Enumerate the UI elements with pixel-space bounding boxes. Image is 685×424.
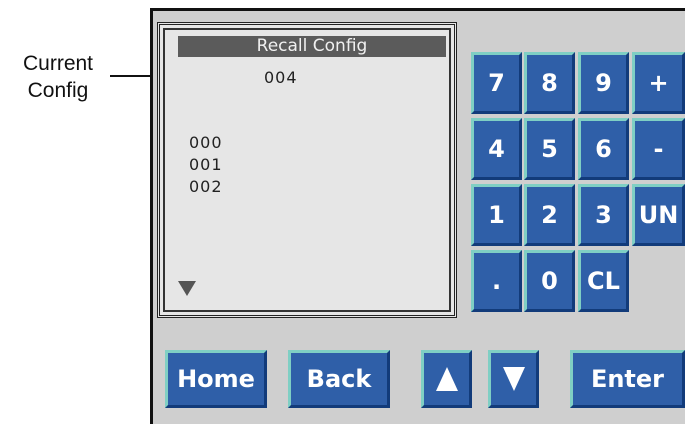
enter-button[interactable]: Enter <box>570 350 685 408</box>
scroll-down-button[interactable] <box>488 350 539 408</box>
key-decimal[interactable]: . <box>471 250 522 312</box>
list-item[interactable]: 000 <box>189 132 223 154</box>
key-minus[interactable]: - <box>632 118 685 180</box>
triangle-up-icon <box>435 367 458 391</box>
key-8[interactable]: 8 <box>524 52 575 114</box>
triangle-down-icon <box>502 367 525 391</box>
key-1[interactable]: 1 <box>471 184 522 246</box>
key-un[interactable]: UN <box>632 184 685 246</box>
current-config-callout: Current Config <box>8 50 108 104</box>
key-6[interactable]: 6 <box>578 118 629 180</box>
back-button[interactable]: Back <box>288 350 390 408</box>
key-plus[interactable]: + <box>632 52 685 114</box>
key-9[interactable]: 9 <box>578 52 629 114</box>
callout-line2: Config <box>27 79 89 102</box>
list-item[interactable]: 002 <box>189 176 223 198</box>
config-list: 000 001 002 <box>189 132 223 198</box>
screen-title: Recall Config <box>178 36 446 57</box>
lcd-inner-frame: Recall Config 004 000 001 002 <box>163 28 451 312</box>
key-5[interactable]: 5 <box>524 118 575 180</box>
key-4[interactable]: 4 <box>471 118 522 180</box>
scroll-up-button[interactable] <box>421 350 472 408</box>
callout-line1: Current <box>22 52 94 75</box>
list-item[interactable]: 001 <box>189 154 223 176</box>
key-7[interactable]: 7 <box>471 52 522 114</box>
scroll-down-indicator-icon <box>178 281 196 296</box>
key-clear[interactable]: CL <box>578 250 629 312</box>
current-config-value: 004 <box>264 68 298 87</box>
home-button[interactable]: Home <box>165 350 267 408</box>
key-2[interactable]: 2 <box>524 184 575 246</box>
key-0[interactable]: 0 <box>524 250 575 312</box>
lcd-screen: Recall Config 004 000 001 002 <box>157 22 457 318</box>
key-3[interactable]: 3 <box>578 184 629 246</box>
